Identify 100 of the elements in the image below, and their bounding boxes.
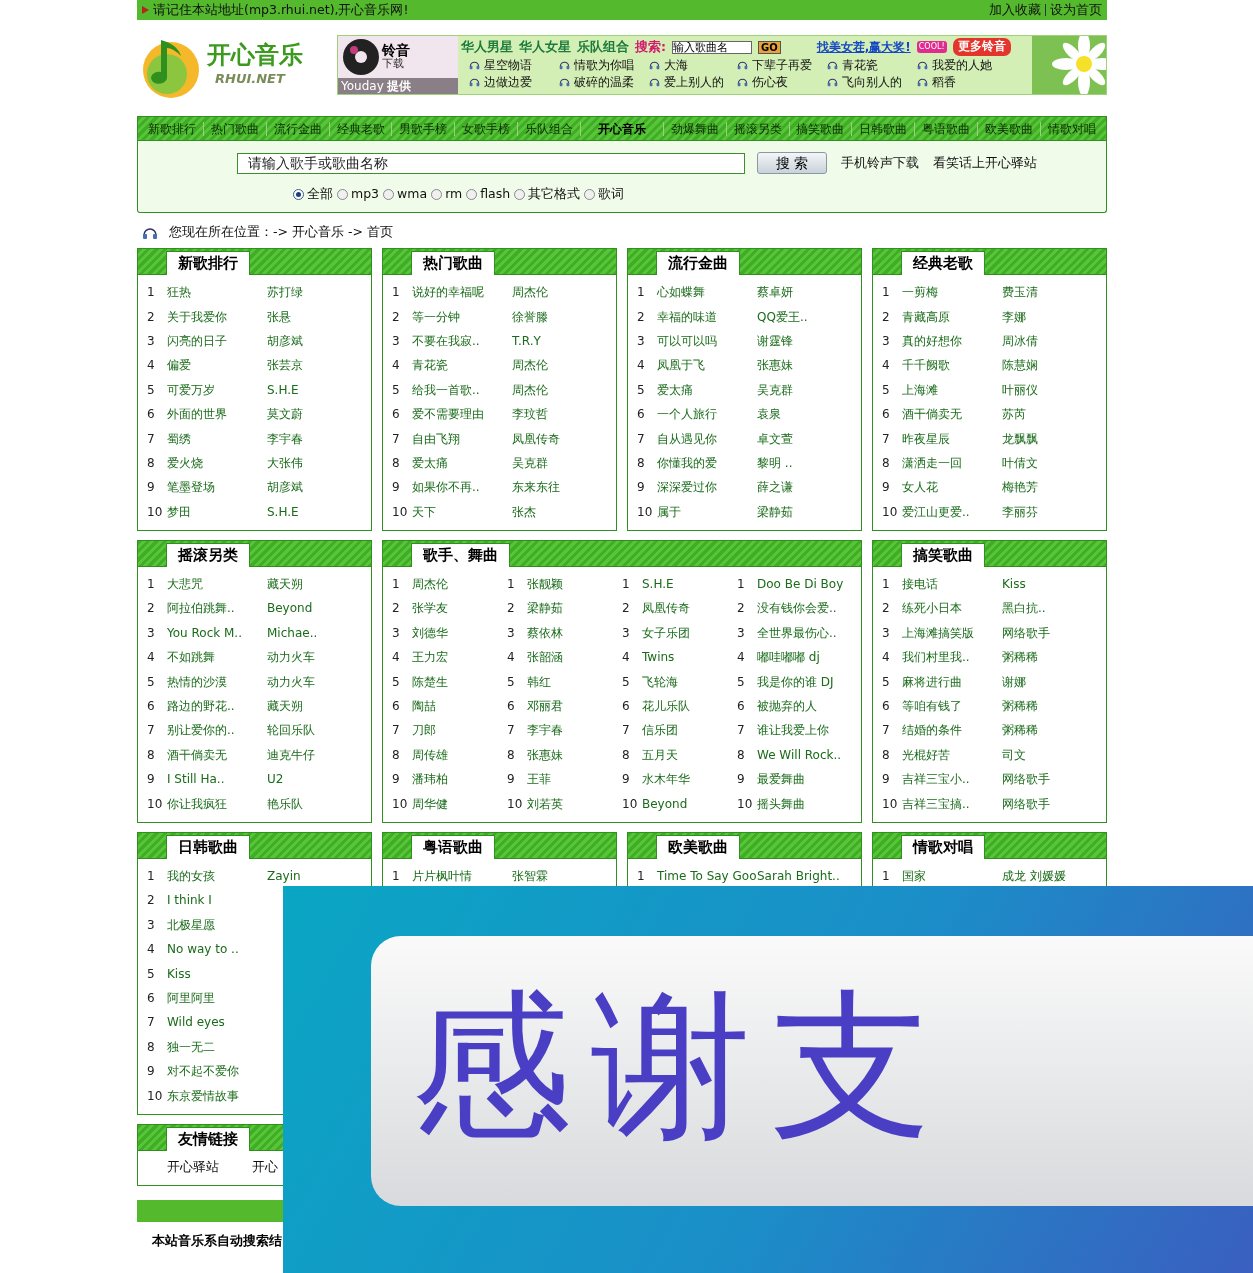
singer-link[interactable]: 蔡依林 xyxy=(527,623,563,642)
song-link[interactable]: 不要在我寂.. xyxy=(412,331,480,350)
friend-link[interactable]: 开心驿站 xyxy=(167,1158,219,1178)
singer-link[interactable]: 王力宏 xyxy=(412,648,448,667)
artist-link[interactable]: 张惠妹 xyxy=(757,356,793,375)
singer-link[interactable]: 凤凰传奇 xyxy=(642,599,690,618)
song-link[interactable]: No way to .. xyxy=(167,940,239,959)
singer-link[interactable]: Twins xyxy=(642,648,675,667)
nav-tab[interactable]: 经典老歌 xyxy=(336,119,385,138)
song-link[interactable]: 爱火烧 xyxy=(167,453,203,472)
singer-link[interactable]: 周传雄 xyxy=(412,745,448,764)
search-button[interactable]: 搜 索 xyxy=(757,152,827,174)
artist-link[interactable]: 粥稀稀 xyxy=(1002,721,1038,740)
song-link[interactable]: 光棍好苦 xyxy=(902,745,950,764)
song-link[interactable]: 蜀绣 xyxy=(167,429,191,448)
artist-link[interactable]: 龙飘飘 xyxy=(1002,429,1038,448)
ringtone-link[interactable]: 情歌为你唱 xyxy=(574,56,634,74)
go-button[interactable]: GO xyxy=(758,40,781,54)
nav-tab[interactable]: 开心音乐 xyxy=(587,119,656,138)
song-link[interactable]: 片片枫叶情 xyxy=(412,867,472,885)
artist-link[interactable]: QQ爱王.. xyxy=(757,307,808,326)
singer-link[interactable]: 周杰伦 xyxy=(412,575,448,594)
song-link[interactable]: 结婚的条件 xyxy=(902,721,962,740)
artist-link[interactable]: 黎明 .. xyxy=(757,453,793,472)
artist-link[interactable]: 吴克群 xyxy=(757,380,793,399)
singer-link[interactable]: 最爱舞曲 xyxy=(757,770,805,789)
artist-link[interactable]: 粥稀稀 xyxy=(1002,697,1038,716)
singer-link[interactable]: 刘德华 xyxy=(412,623,448,642)
nav-tab[interactable]: 新歌排行 xyxy=(148,119,196,138)
radio-button[interactable] xyxy=(584,188,596,200)
song-link[interactable]: 昨夜星辰 xyxy=(902,429,950,448)
song-link[interactable]: 青藏高原 xyxy=(902,307,950,326)
top-link[interactable]: 设为首页 xyxy=(1050,0,1102,20)
artist-link[interactable]: 卓文萱 xyxy=(757,429,793,448)
song-link[interactable]: 不如跳舞 xyxy=(167,648,215,667)
song-link[interactable]: Time To Say Goo xyxy=(657,867,757,885)
song-link[interactable]: 等一分钟 xyxy=(412,307,460,326)
artist-link[interactable]: T.R.Y xyxy=(512,331,541,350)
singer-link[interactable]: 邓丽君 xyxy=(527,697,563,716)
radio-button[interactable] xyxy=(466,188,478,200)
artist-link[interactable]: 网络歌手 xyxy=(1002,794,1050,813)
song-link[interactable]: Wild eyes xyxy=(167,1013,225,1032)
singer-link[interactable]: 女子乐团 xyxy=(642,623,690,642)
song-link[interactable]: 上海滩搞笑版 xyxy=(902,623,974,642)
artist-link[interactable]: Michae.. xyxy=(267,623,318,642)
song-link[interactable]: 练死小日本 xyxy=(902,599,962,618)
artist-link[interactable]: 藏天朔 xyxy=(267,575,303,594)
nav-tab[interactable]: 粤语歌曲 xyxy=(922,119,971,138)
song-link[interactable]: 女人花 xyxy=(902,478,938,497)
nav-tab[interactable]: 日韩歌曲 xyxy=(859,119,908,138)
song-link[interactable]: 幸福的味道 xyxy=(657,307,717,326)
artist-link[interactable]: 李玟哲 xyxy=(512,405,548,424)
song-link[interactable]: 给我一首歌.. xyxy=(412,380,480,399)
artist-link[interactable]: 李丽芬 xyxy=(1002,502,1038,521)
song-link[interactable]: 大悲咒 xyxy=(167,575,203,594)
song-link[interactable]: 自由飞翔 xyxy=(412,429,460,448)
nav-tab[interactable]: 情歌对唱 xyxy=(1047,119,1096,138)
artist-link[interactable]: 费玉清 xyxy=(1002,283,1038,302)
song-link[interactable]: 对不起不爱你 xyxy=(167,1062,239,1081)
singer-link[interactable]: 王菲 xyxy=(527,770,551,789)
artist-link[interactable]: 张芸京 xyxy=(267,356,303,375)
song-link[interactable]: 爱不需要理由 xyxy=(412,405,484,424)
song-link[interactable]: 心如蝶舞 xyxy=(657,283,705,302)
song-link[interactable]: 天下 xyxy=(412,502,436,521)
artist-link[interactable]: 胡彦斌 xyxy=(267,331,303,350)
artist-link[interactable]: 梅艳芳 xyxy=(1002,478,1038,497)
song-link[interactable]: 狂热 xyxy=(167,283,191,302)
singer-link[interactable]: 五月天 xyxy=(642,745,678,764)
singer-link[interactable]: 周华健 xyxy=(412,794,448,813)
artist-link[interactable]: 陈慧娴 xyxy=(1002,356,1038,375)
song-link[interactable]: 如果你不再.. xyxy=(412,478,480,497)
artist-link[interactable]: 袁泉 xyxy=(757,405,781,424)
song-link[interactable]: 梦田 xyxy=(167,502,191,521)
nav-tab[interactable]: 乐队组合 xyxy=(525,119,574,138)
song-link[interactable]: 路边的野花.. xyxy=(167,697,235,716)
search-extra-link[interactable]: 看笑话上开心驿站 xyxy=(933,153,1037,173)
song-link[interactable]: 吉祥三宝小.. xyxy=(902,770,970,789)
artist-link[interactable]: 司文 xyxy=(1002,745,1026,764)
more-ringtones-button[interactable]: 更多铃音 xyxy=(952,38,1011,56)
friend-link[interactable]: 开心 xyxy=(252,1158,278,1178)
song-link[interactable]: 千千阙歌 xyxy=(902,356,950,375)
nav-tab[interactable]: 流行金曲 xyxy=(273,119,322,138)
ringtone-link[interactable]: 星空物语 xyxy=(484,56,532,74)
song-link[interactable]: 关于我爱你 xyxy=(167,307,227,326)
singer-link[interactable]: 梁静茹 xyxy=(527,599,563,618)
banner-search-field[interactable]: 输入歌曲名 xyxy=(672,40,752,54)
song-link[interactable]: 凤凰于飞 xyxy=(657,356,705,375)
singer-link[interactable]: 刘若英 xyxy=(527,794,563,813)
artist-link[interactable]: 张智霖 xyxy=(512,867,548,885)
song-link[interactable]: 青花瓷 xyxy=(412,356,448,375)
nav-tab[interactable]: 热门歌曲 xyxy=(210,119,259,138)
song-link[interactable]: 爱太痛 xyxy=(657,380,693,399)
song-link[interactable]: 酒干倘卖无 xyxy=(902,405,962,424)
artist-link[interactable]: 网络歌手 xyxy=(1002,770,1050,789)
artist-link[interactable]: 成龙 刘媛媛 xyxy=(1002,867,1066,885)
ringtone-link[interactable]: 青花瓷 xyxy=(842,56,878,74)
ringtone-link[interactable]: 飞向别人的 xyxy=(842,73,902,91)
ringtone-link[interactable]: 下辈子再爱 xyxy=(752,56,812,74)
song-link[interactable]: 独一无二 xyxy=(167,1037,215,1056)
nav-tab[interactable]: 劲爆舞曲 xyxy=(670,119,719,138)
